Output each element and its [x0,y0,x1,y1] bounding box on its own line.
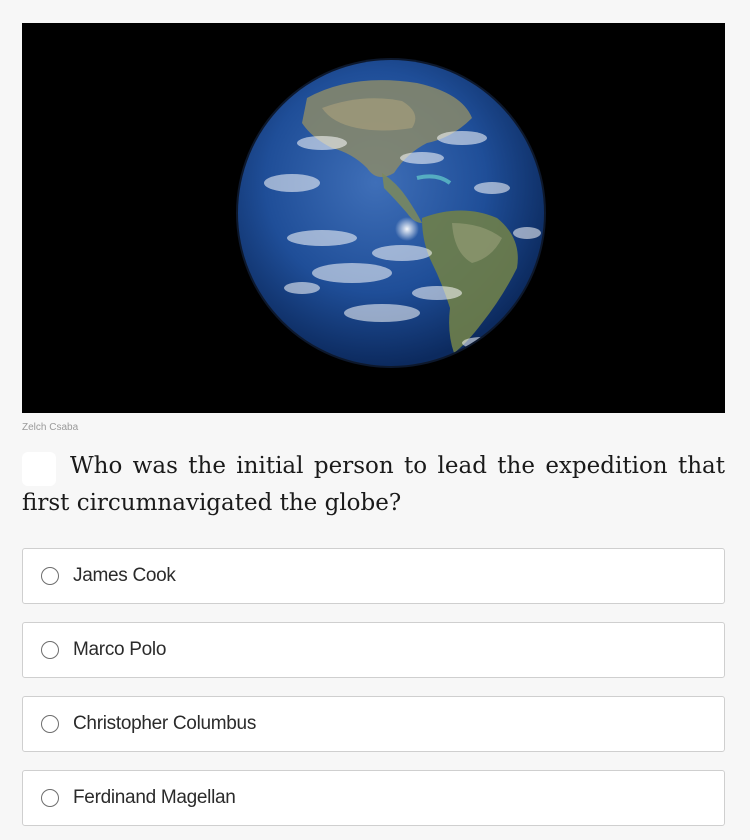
earth-globe-icon [22,23,725,413]
earth-image [22,23,725,413]
answer-label: Ferdinand Magellan [73,787,236,808]
radio-button-icon[interactable] [41,641,59,659]
answer-label: Marco Polo [73,639,167,660]
image-credit: Zelch Csaba [22,422,79,433]
answer-option-christopher-columbus[interactable]: Christopher Columbus [22,696,725,752]
answer-label: James Cook [73,565,176,586]
radio-button-icon[interactable] [41,567,59,585]
answer-option-marco-polo[interactable]: Marco Polo [22,622,725,678]
answer-list: James Cook Marco Polo Christopher Columb… [22,548,725,840]
quiz-page: Zelch Csaba Who was the initial person t… [0,0,750,840]
answer-label: Christopher Columbus [73,713,257,734]
answer-option-james-cook[interactable]: James Cook [22,548,725,604]
answer-option-ferdinand-magellan[interactable]: Ferdinand Magellan [22,770,725,826]
question-text: Who was the initial person to lead the e… [22,453,725,516]
radio-button-icon[interactable] [41,789,59,807]
radio-button-icon[interactable] [41,715,59,733]
